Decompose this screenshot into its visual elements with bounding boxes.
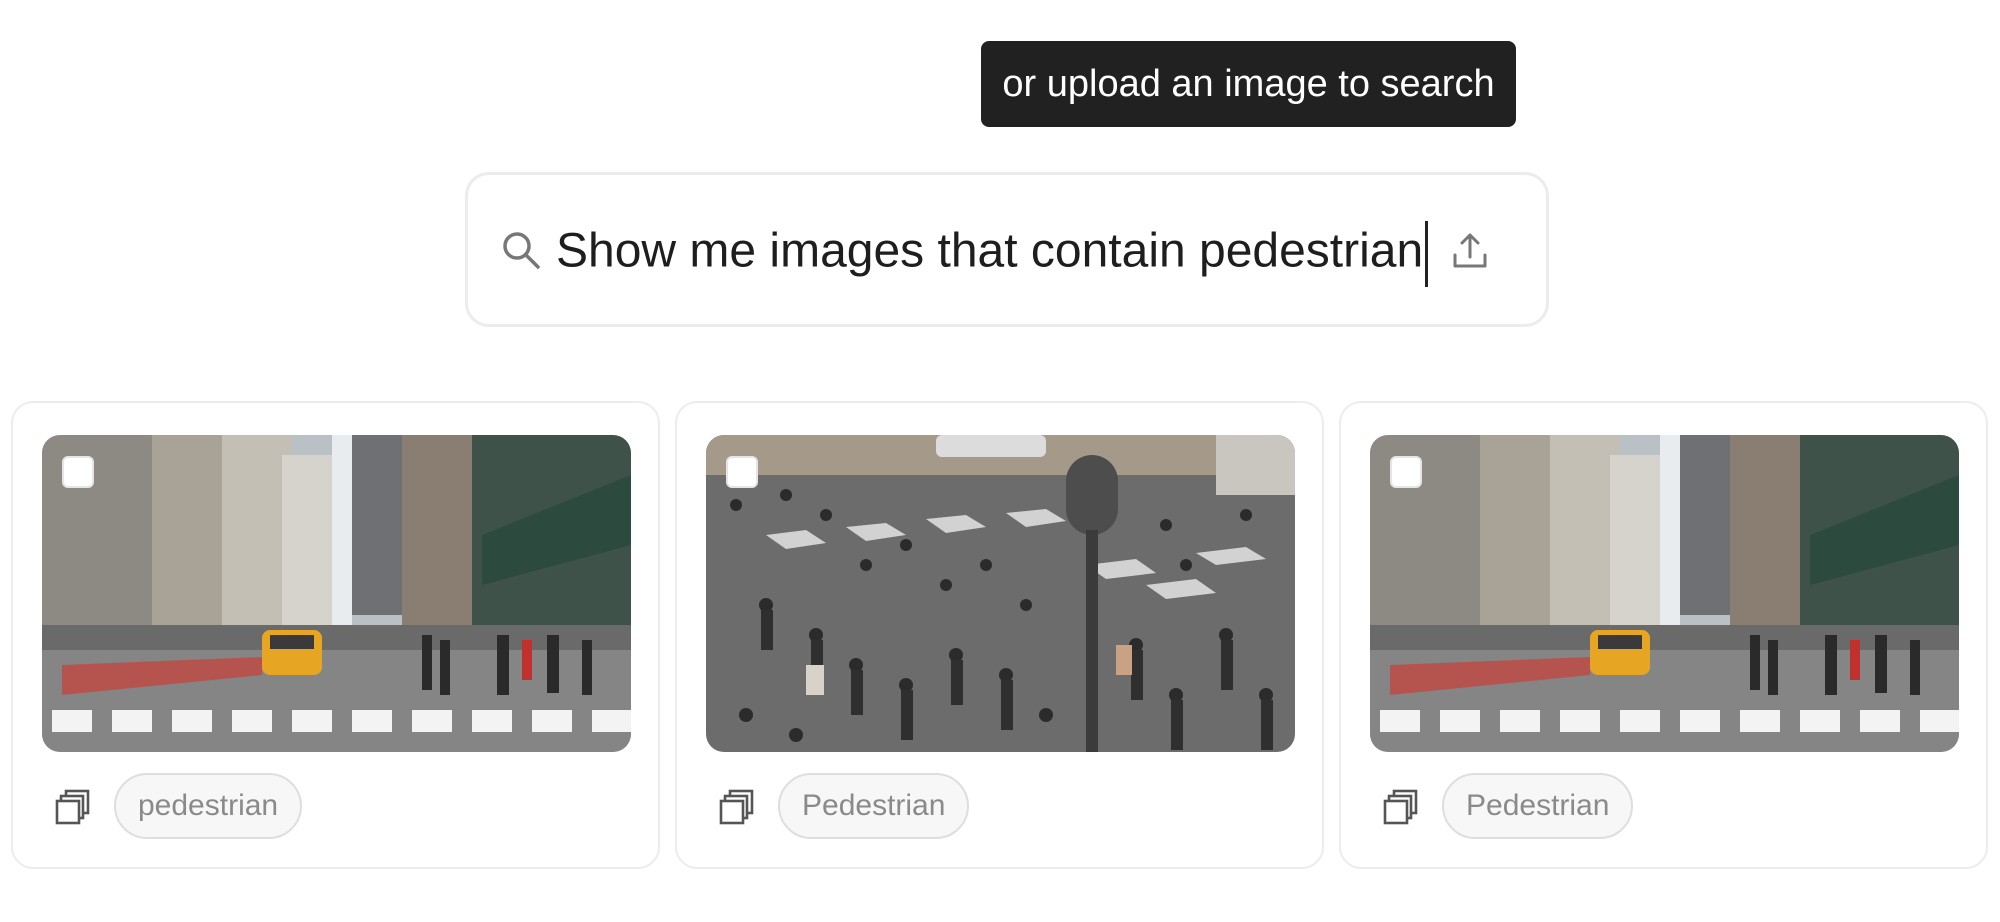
result-image[interactable] bbox=[42, 435, 631, 752]
search-input[interactable]: Show me images that contain pedestrian bbox=[556, 221, 1429, 287]
result-tag[interactable]: Pedestrian bbox=[778, 773, 970, 839]
result-image[interactable] bbox=[706, 435, 1295, 752]
tooltip-text: or upload an image to search bbox=[1002, 62, 1495, 105]
search-box[interactable]: Show me images that contain pedestrian bbox=[465, 172, 1549, 327]
tag-label: Pedestrian bbox=[1466, 789, 1610, 822]
select-checkbox[interactable] bbox=[62, 456, 94, 488]
copy-icon[interactable] bbox=[54, 788, 92, 826]
upload-tooltip: or upload an image to search bbox=[981, 41, 1516, 127]
text-caret bbox=[1425, 221, 1429, 287]
result-tag[interactable]: pedestrian bbox=[114, 773, 303, 839]
copy-icon[interactable] bbox=[1382, 788, 1420, 826]
search-query: Show me images that contain pedestrian bbox=[556, 224, 1424, 278]
result-tag[interactable]: Pedestrian bbox=[1442, 773, 1634, 839]
select-checkbox[interactable] bbox=[1390, 456, 1422, 488]
result-card[interactable]: Pedestrian bbox=[1339, 401, 1988, 869]
copy-icon[interactable] bbox=[718, 788, 756, 826]
upload-icon[interactable] bbox=[1450, 231, 1490, 271]
search-icon bbox=[503, 232, 540, 269]
result-image[interactable] bbox=[1370, 435, 1959, 752]
result-card[interactable]: pedestrian bbox=[11, 401, 660, 869]
tag-label: Pedestrian bbox=[802, 789, 946, 822]
tag-label: pedestrian bbox=[138, 789, 279, 822]
result-card[interactable]: Pedestrian bbox=[675, 401, 1324, 869]
select-checkbox[interactable] bbox=[726, 456, 758, 488]
